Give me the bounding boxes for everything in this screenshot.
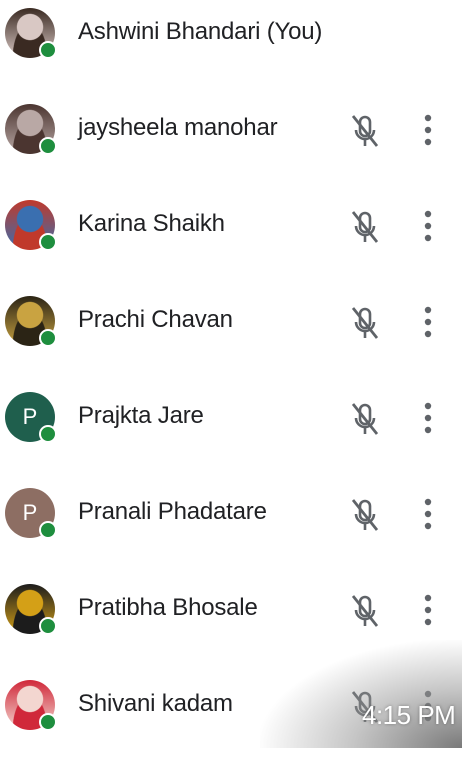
participant-name: jaysheela manohar (78, 114, 278, 141)
mic-off-icon[interactable] (348, 304, 382, 342)
avatar: P (5, 392, 57, 443)
participant-name: Shivani kadam (78, 690, 233, 717)
participant-row[interactable]: jaysheela manohar (0, 96, 462, 192)
participant-row[interactable]: Pratibha Bhosale (0, 576, 462, 672)
more-vert-icon[interactable] (414, 398, 442, 438)
more-vert-icon[interactable] (414, 110, 442, 150)
online-status-dot (39, 137, 57, 155)
mic-off-icon[interactable] (348, 592, 382, 630)
participant-row[interactable]: Karina Shaikh (0, 192, 462, 288)
participant-name: Prachi Chavan (78, 306, 233, 333)
avatar (5, 104, 57, 155)
participant-name: Ashwini Bhandari (You) (78, 18, 323, 45)
online-status-dot (39, 713, 57, 731)
online-status-dot (39, 41, 57, 59)
mic-off-icon[interactable] (348, 208, 382, 246)
mic-off-icon[interactable] (348, 496, 382, 534)
online-status-dot (39, 329, 57, 347)
participant-name: Pratibha Bhosale (78, 594, 258, 621)
participant-name: Prajkta Jare (78, 402, 204, 429)
mic-off-icon[interactable] (348, 112, 382, 150)
more-vert-icon[interactable] (414, 206, 442, 246)
avatar (5, 296, 57, 347)
more-vert-icon[interactable] (414, 590, 442, 630)
participant-name: Karina Shaikh (78, 210, 225, 237)
avatar (5, 584, 57, 635)
participant-row[interactable]: Prachi Chavan (0, 288, 462, 384)
avatar (5, 200, 57, 251)
participant-row[interactable]: Ashwini Bhandari (You) (0, 0, 462, 96)
avatar (5, 8, 57, 59)
online-status-dot (39, 233, 57, 251)
online-status-dot (39, 521, 57, 539)
participant-row[interactable]: P Pranali Phadatare (0, 480, 462, 576)
more-vert-icon[interactable] (414, 494, 442, 534)
avatar: P (5, 488, 57, 539)
participant-row[interactable]: P Prajkta Jare (0, 384, 462, 480)
overlay-time: 4:15 PM (362, 700, 456, 730)
online-status-dot (39, 617, 57, 635)
online-status-dot (39, 425, 57, 443)
mic-off-icon[interactable] (348, 400, 382, 438)
avatar (5, 680, 57, 731)
participant-name: Pranali Phadatare (78, 498, 267, 525)
more-vert-icon[interactable] (414, 302, 442, 342)
